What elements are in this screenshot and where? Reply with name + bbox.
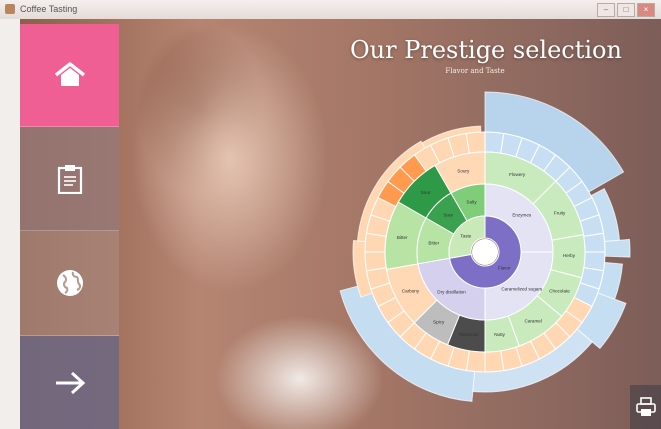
maximize-button[interactable]: □ — [617, 3, 635, 17]
sunburst-subcategory-label: Soury — [457, 168, 470, 173]
sunburst-category-label: Caramelized sugars — [501, 286, 543, 291]
sunburst-category-label: Bitter — [428, 240, 439, 245]
title-bar: Coffee Tasting – □ × — [0, 0, 661, 20]
sunburst-outer-segment[interactable] — [604, 238, 631, 258]
sunburst-category-label: Sour — [443, 213, 453, 218]
home-button[interactable] — [20, 24, 119, 127]
sunburst-subcategory-label: Flowery — [509, 172, 526, 177]
sunburst-subcategory-label: Nutty — [494, 332, 505, 337]
printer-icon — [635, 397, 656, 416]
sunburst-tile-segment[interactable] — [484, 350, 505, 373]
sunburst-tile-segment[interactable] — [364, 251, 387, 272]
arrow-right-icon — [55, 371, 85, 394]
sunburst-category-label: Salty — [466, 199, 477, 204]
sunburst-subcategory-label: Carbony — [402, 288, 420, 293]
globe-icon — [56, 270, 83, 296]
page-subtitle: Flavor and Taste — [445, 67, 505, 75]
left-strip — [0, 19, 20, 429]
sunburst-subcategory-label: Herby — [563, 253, 576, 258]
home-icon — [54, 62, 85, 86]
print-button[interactable] — [630, 385, 661, 429]
flavor-sunburst-chart: Flowery Fruity Herby Chocolate Caramel Nutty R… — [339, 91, 631, 402]
window-controls: – □ × — [597, 3, 655, 17]
coffee-app-icon — [5, 4, 15, 14]
app-window: Coffee Tasting – □ × Our Prestige select… — [0, 0, 661, 429]
sunburst-category-label: Dry distillation — [437, 289, 466, 294]
sunburst-tile-segment[interactable] — [583, 232, 606, 253]
page-title: Our Prestige selection — [350, 36, 622, 64]
globe-button[interactable] — [20, 231, 119, 336]
sunburst-subcategory-label: Caramel — [525, 318, 542, 323]
sunburst-tile-segment[interactable] — [465, 131, 486, 154]
sidebar-nav — [20, 24, 119, 429]
sunburst-subcategory-label: Spicy — [433, 320, 445, 325]
sunburst-subcategory-label: Sour — [421, 190, 431, 195]
sunburst-subcategory-label: Chocolate — [549, 288, 570, 293]
sunburst-inner-label-taste: Taste — [460, 233, 471, 238]
sunburst-subcategory-label: Fruity — [554, 211, 566, 216]
sunburst-subcategory-label: Resinous — [459, 332, 479, 337]
sunburst-inner-label-flavor: Flavor — [498, 266, 511, 271]
clipboard-icon — [57, 164, 82, 194]
sunburst-subcategory-label: Bitter — [397, 235, 408, 240]
close-button[interactable]: × — [637, 3, 655, 17]
clipboard-button[interactable] — [20, 127, 119, 231]
sunburst-category-label: Enzymes — [512, 213, 532, 218]
window-title: Coffee Tasting — [20, 4, 78, 14]
minimize-button[interactable]: – — [597, 3, 615, 17]
sunburst-center — [472, 239, 498, 265]
next-button[interactable] — [20, 336, 119, 429]
